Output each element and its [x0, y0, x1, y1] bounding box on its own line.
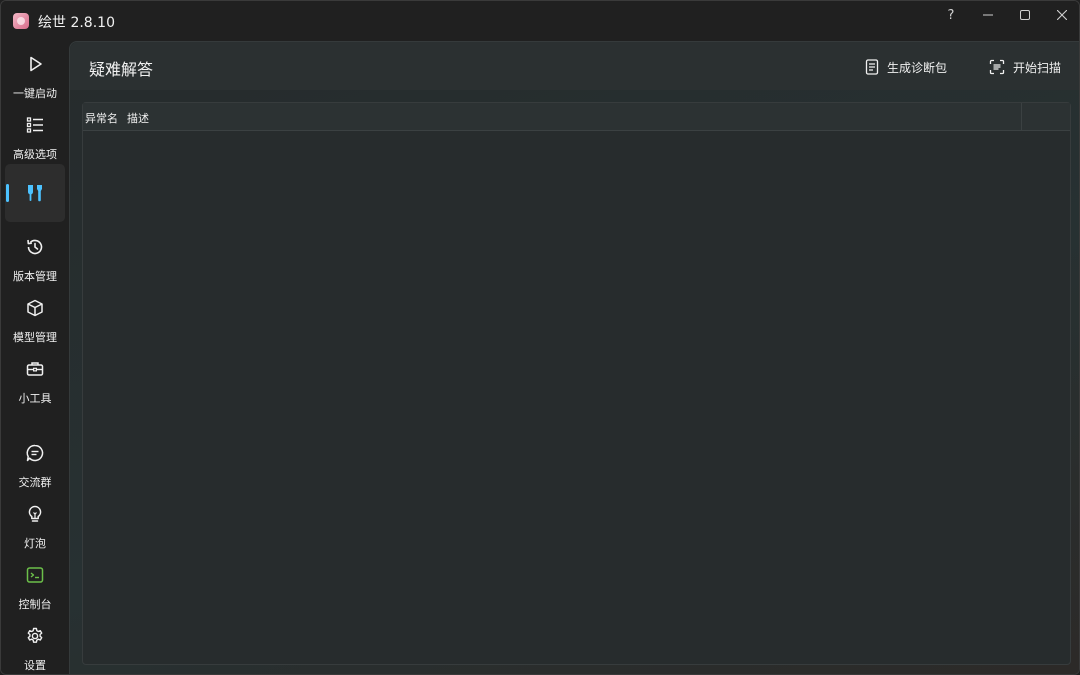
title-bar: 绘世 2.8.10 ?	[1, 1, 1079, 41]
tools-icon	[28, 185, 42, 202]
sidebar-item-console[interactable]: 控制台	[5, 556, 65, 614]
active-indicator	[6, 184, 9, 202]
generate-diagnostic-button[interactable]: 生成诊断包	[865, 57, 947, 77]
start-scan-label: 开始扫描	[1013, 60, 1062, 75]
page-title: 疑难解答	[89, 60, 154, 79]
window-title: 绘世 2.8.10	[38, 15, 115, 31]
maximize-button[interactable]	[1006, 1, 1044, 29]
scan-icon	[989, 59, 1005, 75]
issues-table: 异常名 描述	[82, 102, 1071, 665]
sidebar-item-label: 交流群	[18, 476, 52, 489]
close-button[interactable]	[1043, 1, 1079, 29]
sidebar-item-label: 控制台	[18, 598, 52, 611]
sidebar-item-settings[interactable]: 设置	[5, 617, 65, 674]
history-icon	[27, 239, 43, 255]
sidebar-item-troubleshoot[interactable]	[5, 164, 65, 222]
table-header: 异常名 描述	[83, 103, 1070, 131]
sidebar-item-label: 高级选项	[13, 148, 57, 161]
close-icon	[1057, 10, 1067, 20]
sidebar-item-label: 模型管理	[13, 331, 57, 344]
start-scan-button[interactable]: 开始扫描	[989, 57, 1061, 77]
sidebar-item-label: 版本管理	[13, 270, 57, 283]
minimize-icon	[983, 14, 993, 16]
column-header-name[interactable]: 异常名	[85, 110, 118, 126]
chat-icon	[26, 444, 44, 462]
sidebar-item-label: 设置	[24, 659, 46, 672]
app-window: 绘世 2.8.10 ? 一键启动 高级选项 版本管理 模型管理 小工具 交流群 …	[0, 0, 1080, 675]
toolbox-icon	[26, 362, 44, 376]
sidebar-item-launch[interactable]: 一键启动	[5, 45, 65, 103]
sidebar: 一键启动 高级选项 版本管理 模型管理 小工具 交流群 灯泡 控制台 设置	[1, 41, 69, 674]
sidebar-item-models[interactable]: 模型管理	[5, 289, 65, 347]
main-content: 疑难解答 生成诊断包 开始扫描 异常名 描述	[69, 41, 1079, 674]
column-header-description[interactable]: 描述	[127, 110, 149, 126]
sidebar-item-advanced[interactable]: 高级选项	[5, 106, 65, 164]
sidebar-item-label: 一键启动	[13, 87, 57, 100]
cube-icon	[27, 299, 43, 317]
generate-diagnostic-label: 生成诊断包	[887, 60, 948, 75]
help-button[interactable]: ?	[932, 1, 970, 29]
sidebar-item-community[interactable]: 交流群	[5, 434, 65, 492]
document-icon	[865, 59, 879, 75]
play-icon	[30, 56, 42, 72]
lightbulb-icon	[28, 505, 42, 522]
minimize-button[interactable]	[969, 1, 1007, 29]
sidebar-item-label: 灯泡	[24, 537, 46, 550]
list-icon	[26, 117, 43, 133]
app-logo-icon	[13, 13, 29, 29]
sidebar-item-lightbulb[interactable]: 灯泡	[5, 495, 65, 553]
sidebar-item-versions[interactable]: 版本管理	[5, 228, 65, 286]
sidebar-item-label: 小工具	[18, 392, 52, 405]
sidebar-item-tools[interactable]: 小工具	[5, 350, 65, 408]
console-icon	[26, 567, 44, 583]
maximize-icon	[1020, 10, 1030, 20]
gear-icon	[27, 627, 43, 643]
column-divider[interactable]	[1021, 103, 1022, 130]
page-header: 疑难解答 生成诊断包 开始扫描	[70, 42, 1079, 90]
